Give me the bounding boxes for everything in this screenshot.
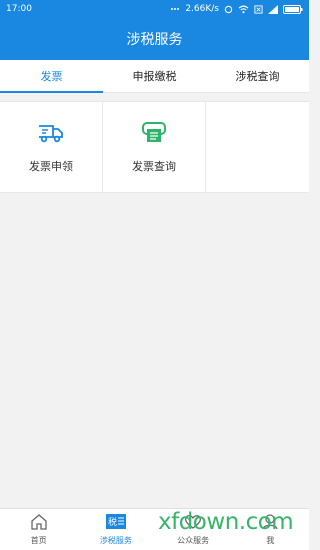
nav-label: 首页: [30, 536, 47, 545]
alarm-dots-icon: [170, 6, 180, 12]
page-title: 涉税服务: [126, 32, 183, 48]
sim-off-icon: [254, 4, 263, 14]
nav-item-home[interactable]: 首页: [0, 509, 77, 550]
sync-icon: [224, 5, 233, 14]
nav-label: 我: [266, 536, 275, 545]
tab-label: 涉税查询: [235, 70, 280, 83]
nav-label: 公众服务: [177, 536, 210, 545]
battery-icon: [283, 4, 303, 14]
tab-label: 申报缴税: [132, 70, 177, 83]
tab-bar: 发票 申报缴税 涉税查询: [0, 60, 309, 93]
app-header: 涉税服务: [0, 18, 309, 60]
nav-label: 涉税服务: [99, 536, 132, 545]
receipt-print-icon: [141, 120, 167, 148]
status-icons: 2.66K/s: [170, 4, 303, 14]
home-icon: [30, 513, 48, 532]
grid-item-invoice-query[interactable]: 发票查询: [103, 102, 206, 192]
svg-text:税: 税: [108, 516, 117, 528]
status-bar: 17:00 2.66K/s: [0, 0, 309, 18]
network-speed: 2.66K/s: [185, 4, 219, 14]
service-grid: 发票申领 发票查询: [0, 101, 309, 193]
delivery-truck-icon: [37, 120, 65, 148]
nav-item-tax-service[interactable]: 税 涉税服务: [77, 509, 154, 550]
tab-tax-query[interactable]: 涉税查询: [206, 60, 309, 92]
status-time: 17:00: [6, 4, 32, 14]
tab-invoice[interactable]: 发票: [0, 60, 103, 93]
grid-item-label: 发票申领: [29, 160, 73, 173]
grid-item-empty: [206, 102, 309, 192]
wifi-icon: [238, 5, 249, 14]
signal-icon: [268, 4, 278, 14]
watermark-text: xfdown.com: [158, 509, 294, 535]
tab-label: 发票: [40, 70, 63, 83]
tax-icon: 税: [105, 513, 127, 532]
tab-declare-pay[interactable]: 申报缴税: [103, 60, 206, 92]
grid-item-invoice-apply[interactable]: 发票申领: [0, 102, 103, 192]
grid-item-label: 发票查询: [132, 160, 176, 173]
